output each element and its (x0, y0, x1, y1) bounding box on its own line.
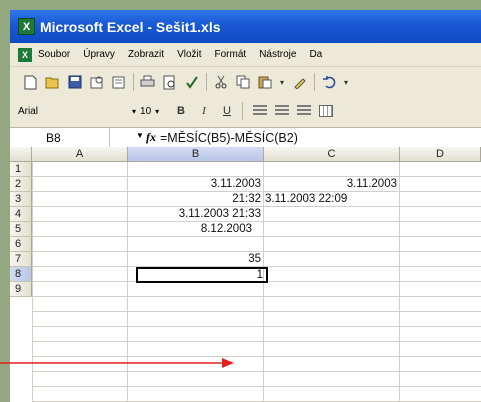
menu-vlozit[interactable]: Vložit (177, 49, 201, 60)
menu-upravy[interactable]: Úpravy (83, 49, 115, 60)
menu-bar: X Soubor Úpravy Zobrazit Vložit Formát N… (10, 43, 481, 67)
font-size-value: 10 (140, 105, 152, 117)
column-header-b[interactable]: B (128, 147, 264, 162)
font-name-select[interactable]: Arial (18, 103, 128, 119)
column-header-c[interactable]: C (264, 147, 400, 162)
menu-zobrazit[interactable]: Zobrazit (128, 49, 164, 60)
underline-button[interactable]: U (218, 102, 236, 120)
menu-data[interactable]: Da (309, 49, 322, 60)
toolbar-separator (133, 73, 134, 91)
italic-button[interactable]: I (195, 102, 213, 120)
select-all-corner[interactable] (10, 147, 32, 162)
row-header-9[interactable]: 9 (10, 282, 32, 297)
open-icon[interactable] (44, 72, 61, 92)
copy-icon[interactable] (234, 72, 251, 92)
formula-input[interactable]: =MĚSÍC(B5)-MĚSÍC(B2) (160, 131, 298, 145)
email-icon[interactable] (110, 72, 127, 92)
window-title: Microsoft Excel - Sešit1.xls (40, 18, 221, 35)
title-bar: X Microsoft Excel - Sešit1.xls (10, 10, 481, 43)
row-header-7[interactable]: 7 (10, 252, 32, 267)
cell-b8-selected[interactable]: 1 (136, 267, 268, 283)
column-header-a[interactable]: A (32, 147, 128, 162)
align-center-icon[interactable] (275, 105, 289, 117)
font-name-value: Arial (18, 105, 39, 117)
permission-icon[interactable] (88, 72, 105, 92)
cell-b5[interactable]: 8.12.2003 (128, 222, 264, 237)
worksheet-grid: A B C D 1 2 3 4 5 6 7 8 9 3.11.2003 3.11… (10, 147, 481, 402)
row-header-6[interactable]: 6 (10, 237, 32, 252)
format-painter-icon[interactable] (291, 72, 308, 92)
chevron-down-icon[interactable]: ▼ (136, 131, 144, 140)
row-header-4[interactable]: 4 (10, 207, 32, 222)
paste-icon[interactable] (256, 72, 273, 92)
save-icon[interactable] (66, 72, 83, 92)
name-box[interactable]: B8 (10, 128, 110, 147)
excel-window: X Microsoft Excel - Sešit1.xls X Soubor … (10, 10, 481, 402)
document-icon[interactable]: X (18, 47, 32, 62)
merge-center-icon[interactable] (319, 105, 333, 117)
spelling-icon[interactable] (183, 72, 200, 92)
cell-c2[interactable]: 3.11.2003 (264, 177, 400, 192)
cut-icon[interactable] (212, 72, 229, 92)
name-box-value: B8 (46, 130, 61, 145)
print-preview-icon[interactable] (161, 72, 178, 92)
align-left-icon[interactable] (253, 105, 267, 117)
column-header-d[interactable]: D (400, 147, 481, 162)
cell-c3[interactable]: 3.11.2003 22:09 (264, 192, 400, 207)
chevron-down-icon[interactable]: ▾ (278, 72, 286, 92)
toolbar-separator (206, 73, 207, 91)
formula-bar: B8 ▼ fx =MĚSÍC(B5)-MĚSÍC(B2) (10, 127, 481, 148)
print-icon[interactable] (139, 72, 156, 92)
menu-format[interactable]: Formát (215, 49, 247, 60)
toolbar-separator (242, 102, 243, 120)
toolbar-separator (314, 73, 315, 91)
row-header-2[interactable]: 2 (10, 177, 32, 192)
cell-b7[interactable]: 35 (128, 252, 264, 267)
standard-toolbar: ▾ ▾ (10, 67, 481, 97)
undo-icon[interactable] (320, 72, 337, 92)
fx-icon[interactable]: fx (146, 130, 156, 145)
chevron-down-icon[interactable]: ▾ (342, 72, 350, 92)
bold-button[interactable]: B (172, 102, 190, 120)
cell-b3[interactable]: 21:32 (128, 192, 264, 207)
font-size-select[interactable]: ▾ 10 ▾ (128, 103, 172, 119)
row-header-3[interactable]: 3 (10, 192, 32, 207)
row-header-1[interactable]: 1 (10, 162, 32, 177)
row-header-5[interactable]: 5 (10, 222, 32, 237)
new-icon[interactable] (22, 72, 39, 92)
chevron-down-icon: ▾ (132, 106, 137, 116)
excel-app-icon[interactable]: X (18, 18, 35, 35)
menu-soubor[interactable]: Soubor (38, 49, 70, 60)
formatting-toolbar: Arial ▾ 10 ▾ B I U (10, 97, 481, 125)
align-right-icon[interactable] (297, 105, 311, 117)
menu-nastroje[interactable]: Nástroje (259, 49, 296, 60)
chevron-down-icon: ▾ (155, 106, 160, 116)
cell-b2[interactable]: 3.11.2003 (128, 177, 264, 192)
cell-b4[interactable]: 3.11.2003 21:33 (128, 207, 264, 222)
row-header-8[interactable]: 8 (10, 267, 32, 282)
